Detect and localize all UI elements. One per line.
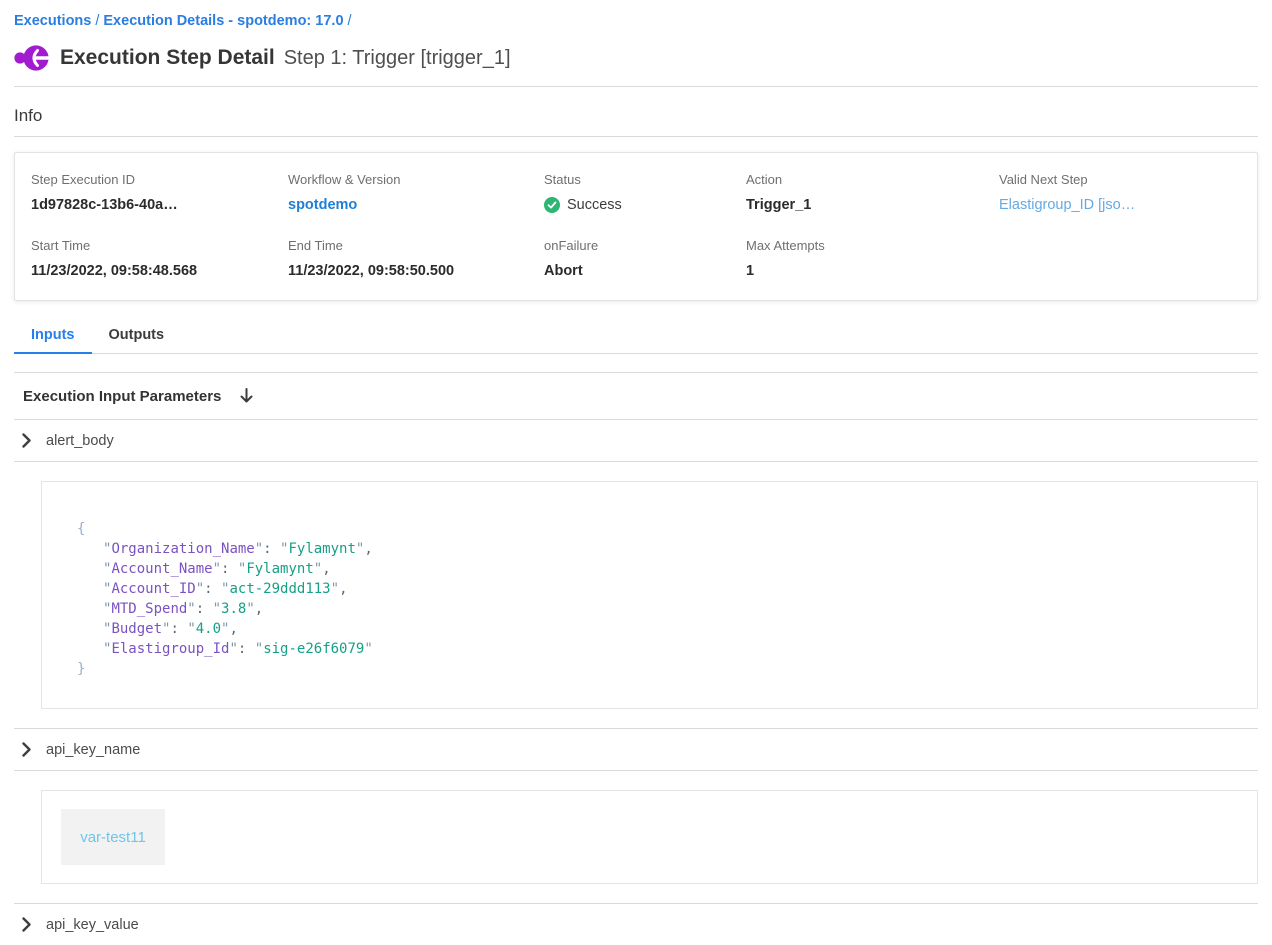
breadcrumb: Executions/Execution Details - spotdemo:… — [14, 0, 1258, 29]
field-label: Start Time — [31, 238, 288, 253]
json-panel: {"Organization_Name": "Fylamynt","Accoun… — [41, 481, 1258, 709]
field-value: 1 — [746, 263, 999, 279]
field-label: Status — [544, 172, 746, 187]
info-field-workflow-version: Workflow & Version spotdemo — [288, 172, 544, 213]
tab-inputs[interactable]: Inputs — [14, 327, 92, 354]
next-step-link[interactable]: Elastigroup_ID [jso… — [999, 197, 1241, 213]
tab-bar: Inputs Outputs — [14, 327, 1258, 354]
page-header: Execution Step Detail Step 1: Trigger [t… — [14, 43, 1258, 73]
api-key-name-chip: var-test11 — [61, 809, 165, 865]
info-field-empty — [999, 238, 1241, 279]
json-code: {"Organization_Name": "Fylamynt","Accoun… — [77, 519, 1247, 679]
info-field-valid-next-step: Valid Next Step Elastigroup_ID [jso… — [999, 172, 1241, 213]
page-title: Execution Step Detail — [60, 46, 275, 70]
info-field-end-time: End Time 11/23/2022, 09:58:50.500 — [288, 238, 544, 279]
workflow-link[interactable]: spotdemo — [288, 197, 544, 213]
info-heading: Info — [14, 106, 1258, 126]
divider — [14, 770, 1258, 771]
field-value: Trigger_1 — [746, 197, 999, 213]
section-row-api-key-name[interactable]: api_key_name — [14, 729, 1258, 770]
params-header: Execution Input Parameters — [14, 373, 1258, 419]
status-badge: Success — [544, 197, 746, 213]
info-field-action: Action Trigger_1 — [746, 172, 999, 213]
field-label: End Time — [288, 238, 544, 253]
chevron-right-icon — [22, 742, 31, 757]
field-value: 11/23/2022, 09:58:48.568 — [31, 263, 288, 279]
field-value: 1d97828c-13b6-40a… — [31, 197, 288, 213]
section-label: api_key_name — [46, 742, 140, 758]
section-label: alert_body — [46, 433, 114, 449]
field-label: Action — [746, 172, 999, 187]
tab-outputs[interactable]: Outputs — [92, 327, 182, 354]
divider — [14, 461, 1258, 462]
field-label: onFailure — [544, 238, 746, 253]
page: Executions/Execution Details - spotdemo:… — [0, 0, 1272, 945]
info-field-onfailure: onFailure Abort — [544, 238, 746, 279]
field-label: Workflow & Version — [288, 172, 544, 187]
status-text: Success — [567, 197, 622, 213]
arrow-down-icon[interactable] — [238, 387, 255, 405]
value-panel: var-test11 — [41, 790, 1258, 884]
field-label: Step Execution ID — [31, 172, 288, 187]
breadcrumb-link-execution-details[interactable]: Execution Details - spotdemo: 17.0 — [103, 13, 343, 29]
check-circle-icon — [544, 197, 560, 213]
chevron-right-icon — [22, 917, 31, 932]
breadcrumb-separator: / — [91, 13, 103, 29]
info-field-start-time: Start Time 11/23/2022, 09:58:48.568 — [31, 238, 288, 279]
divider — [14, 86, 1258, 87]
params-header-label: Execution Input Parameters — [23, 388, 221, 405]
field-value: 11/23/2022, 09:58:50.500 — [288, 263, 544, 279]
fylamynt-logo-icon — [14, 43, 50, 73]
chevron-right-icon — [22, 433, 31, 448]
page-subtitle: Step 1: Trigger [trigger_1] — [284, 47, 511, 70]
info-grid: Step Execution ID 1d97828c-13b6-40a… Wor… — [31, 172, 1241, 279]
info-field-step-execution-id: Step Execution ID 1d97828c-13b6-40a… — [31, 172, 288, 213]
info-field-max-attempts: Max Attempts 1 — [746, 238, 999, 279]
section-row-alert-body[interactable]: alert_body — [14, 420, 1258, 461]
divider — [14, 136, 1258, 137]
breadcrumb-separator: / — [344, 13, 356, 29]
field-value: Abort — [544, 263, 746, 279]
info-card: Step Execution ID 1d97828c-13b6-40a… Wor… — [14, 152, 1258, 301]
field-label: Valid Next Step — [999, 172, 1241, 187]
field-label: Max Attempts — [746, 238, 999, 253]
section-row-api-key-value[interactable]: api_key_value — [14, 904, 1258, 945]
info-field-status: Status Success — [544, 172, 746, 213]
breadcrumb-link-executions[interactable]: Executions — [14, 13, 91, 29]
